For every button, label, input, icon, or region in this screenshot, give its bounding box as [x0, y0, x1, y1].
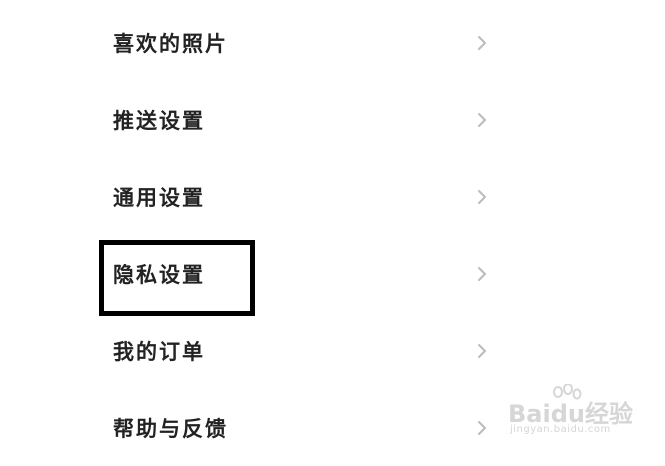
chevron-right-icon	[476, 419, 488, 437]
chevron-right-icon	[476, 265, 488, 283]
menu-item-label: 推送设置	[113, 108, 205, 133]
settings-menu: 喜欢的照片 推送设置 通用设置 隐私设置 我的订单 帮助与反馈	[0, 0, 665, 455]
menu-item-my-orders[interactable]: 我的订单	[0, 312, 665, 389]
menu-item-help-feedback[interactable]: 帮助与反馈	[0, 389, 665, 466]
menu-item-label: 喜欢的照片	[113, 31, 228, 56]
menu-item-favorite-photos[interactable]: 喜欢的照片	[0, 4, 665, 81]
menu-item-label: 我的订单	[113, 339, 205, 364]
menu-item-label: 隐私设置	[113, 262, 205, 287]
chevron-right-icon	[476, 342, 488, 360]
chevron-right-icon	[476, 188, 488, 206]
menu-item-label: 帮助与反馈	[113, 416, 228, 441]
menu-item-label: 通用设置	[113, 185, 205, 210]
menu-item-privacy-settings[interactable]: 隐私设置	[0, 235, 665, 312]
menu-item-general-settings[interactable]: 通用设置	[0, 158, 665, 235]
menu-item-push-settings[interactable]: 推送设置	[0, 81, 665, 158]
chevron-right-icon	[476, 111, 488, 129]
chevron-right-icon	[476, 34, 488, 52]
